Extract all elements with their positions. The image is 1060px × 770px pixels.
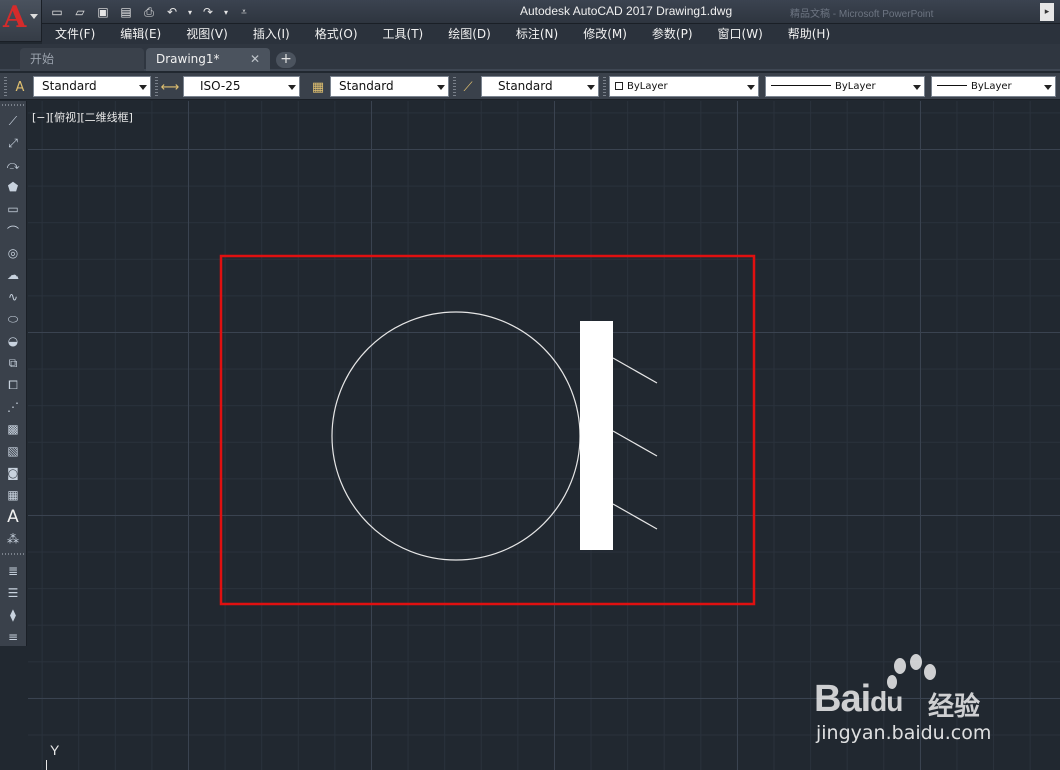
watermark-brand: Baidu <box>814 678 903 721</box>
watermark-url: jingyan.baidu.com <box>816 722 992 744</box>
ucs-y-axis-label: Y <box>50 742 60 758</box>
ucs-y-axis-line <box>46 760 47 770</box>
drawn-line-middle[interactable] <box>612 430 658 457</box>
watermark-product: 经验 <box>928 692 981 722</box>
autocad-logo-icon: A <box>3 0 27 35</box>
watermark-brand-bai: Bai <box>814 678 871 720</box>
drawn-line-bottom[interactable] <box>612 503 658 530</box>
watermark: Baidu 经验 jingyan.baidu.com <box>808 652 1008 752</box>
filled-rectangle[interactable] <box>580 321 613 550</box>
watermark-brand-du: du <box>870 686 903 717</box>
drawn-circle[interactable] <box>331 311 581 561</box>
drawn-line-top[interactable] <box>612 357 658 384</box>
application-menu-button[interactable]: A <box>0 0 42 42</box>
chevron-down-icon <box>30 14 38 19</box>
highlight-rectangle <box>219 254 756 606</box>
